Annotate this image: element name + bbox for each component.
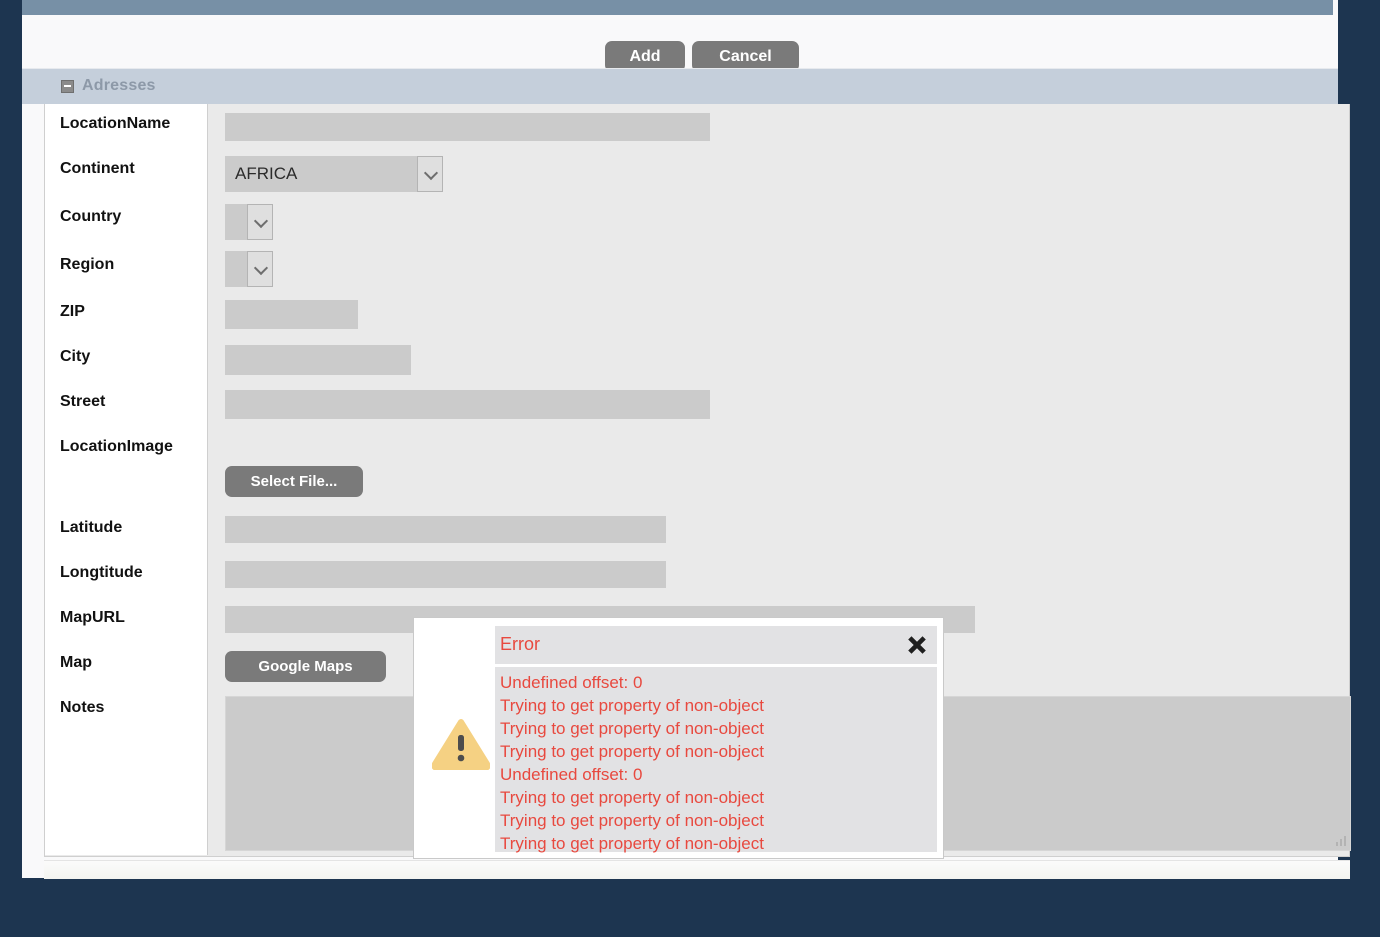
app-window: Add Cancel Adresses LocationName Contine…: [0, 0, 1380, 937]
country-select[interactable]: [225, 204, 273, 240]
select-file-button[interactable]: Select File...: [225, 466, 363, 497]
error-dialog-messages: Undefined offset: 0 Trying to get proper…: [495, 667, 937, 853]
error-dialog-header: Error: [495, 626, 937, 664]
section-header-adresses[interactable]: Adresses: [22, 68, 1338, 104]
city-input[interactable]: [225, 345, 411, 375]
latitude-input[interactable]: [225, 516, 666, 543]
label-latitude: Latitude: [60, 519, 123, 536]
region-select[interactable]: [225, 251, 273, 287]
label-locationimage: LocationImage: [60, 438, 173, 455]
error-message-line: Trying to get property of non-object: [500, 696, 764, 715]
error-message-line: Trying to get property of non-object: [500, 788, 764, 807]
label-continent: Continent: [60, 160, 135, 177]
resize-handle-icon[interactable]: [1336, 836, 1348, 848]
label-zip: ZIP: [60, 303, 85, 320]
locationname-input[interactable]: [225, 113, 710, 141]
top-accent-bar: [22, 0, 1333, 15]
label-country: Country: [60, 208, 122, 225]
error-message-line: Trying to get property of non-object: [500, 719, 764, 738]
section-title: Adresses: [82, 77, 156, 94]
label-column: LocationName Continent Country Region ZI…: [45, 104, 208, 855]
error-message-line: Trying to get property of non-object: [500, 742, 764, 761]
error-message-line: Trying to get property of non-object: [500, 811, 764, 830]
street-input[interactable]: [225, 390, 710, 419]
chevron-down-icon[interactable]: [247, 251, 273, 287]
warning-triangle-icon: [431, 718, 491, 771]
google-maps-button[interactable]: Google Maps: [225, 651, 386, 682]
footer-strip: [44, 860, 1350, 879]
error-message-line: Undefined offset: 0: [500, 673, 643, 692]
chevron-down-icon[interactable]: [417, 156, 443, 192]
chevron-down-icon[interactable]: [247, 204, 273, 240]
longtitude-input[interactable]: [225, 561, 666, 588]
close-x-icon[interactable]: [905, 633, 929, 657]
error-dialog-title: Error: [500, 634, 540, 654]
error-message-line: Trying to get property of non-object: [500, 834, 764, 853]
label-notes: Notes: [60, 699, 105, 716]
label-city: City: [60, 348, 91, 365]
action-button-row: Add Cancel: [22, 15, 1338, 72]
label-mapurl: MapURL: [60, 609, 125, 626]
label-locationname: LocationName: [60, 115, 171, 132]
label-street: Street: [60, 393, 106, 410]
label-map: Map: [60, 654, 92, 671]
zip-input[interactable]: [225, 300, 358, 329]
label-region: Region: [60, 256, 115, 273]
continent-select-value: AFRICA: [235, 164, 298, 183]
error-message-line: Undefined offset: 0: [500, 765, 643, 784]
label-longtitude: Longtitude: [60, 564, 143, 581]
continent-select[interactable]: AFRICA: [225, 156, 443, 192]
minus-square-icon[interactable]: [61, 80, 74, 93]
error-dialog: Error Undefined offset: 0 Trying to get …: [413, 617, 944, 859]
